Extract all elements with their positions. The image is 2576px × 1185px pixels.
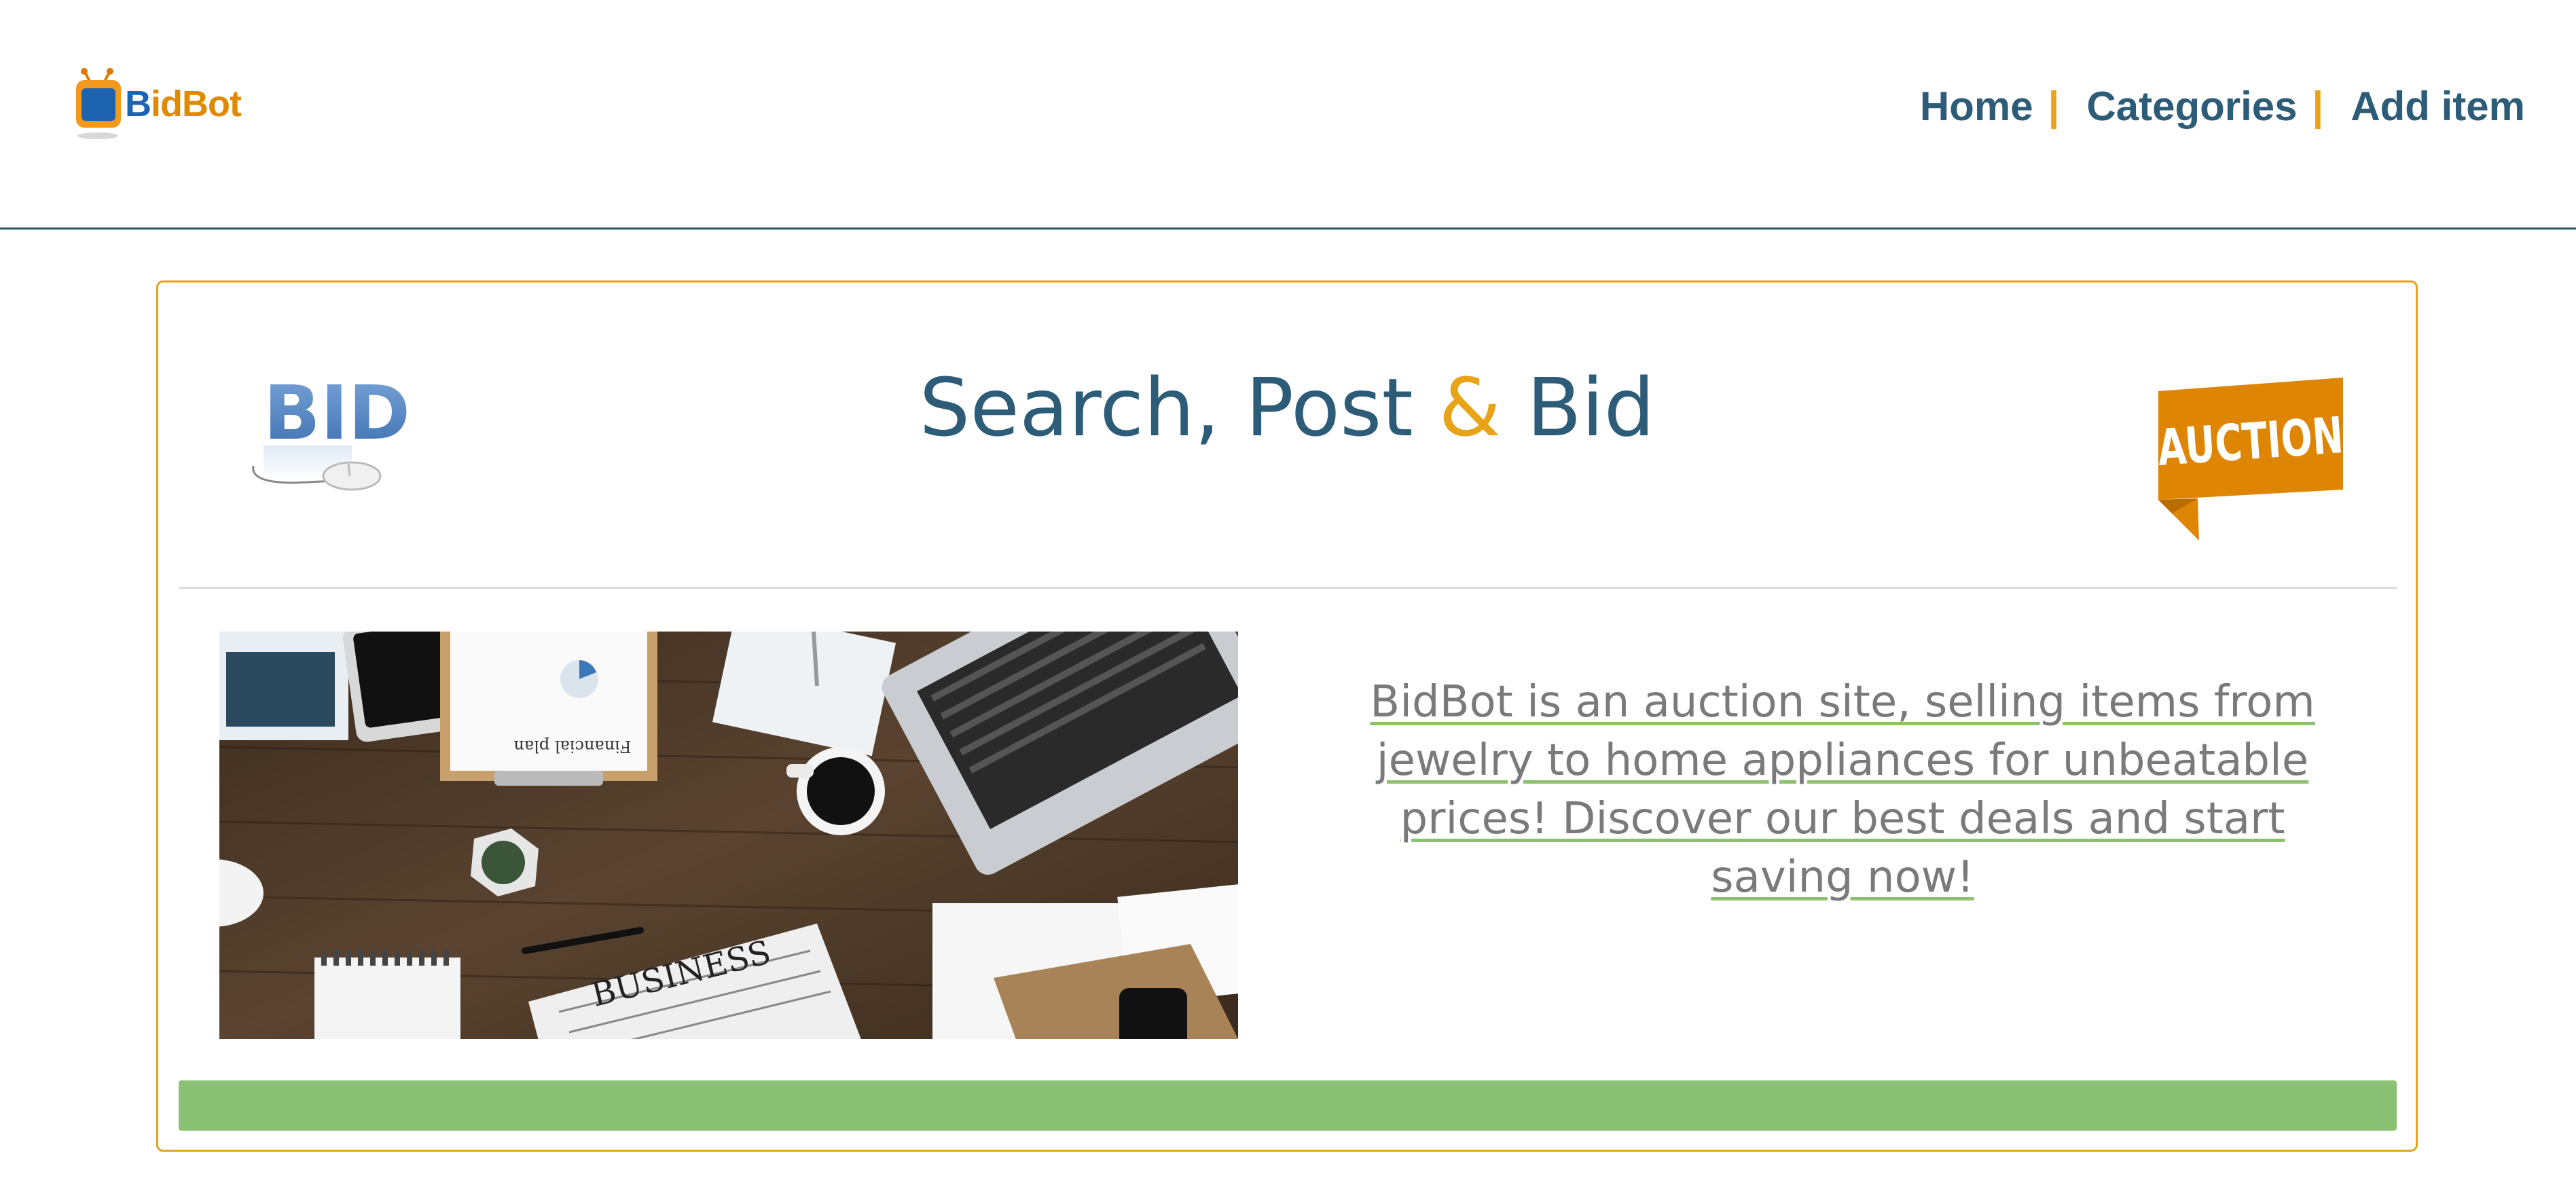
nav-categories-link[interactable]: Categories [2086, 83, 2297, 130]
nav-add-item-link[interactable]: Add item [2351, 83, 2525, 130]
logo-text-first: B [125, 84, 151, 124]
top-navigation-bar: BidBot Home | Categories | Add item [0, 0, 2576, 230]
hero-title-part1: Search, Post [919, 361, 1439, 454]
hero-description-link[interactable]: BidBot is an auction site, selling items… [1370, 677, 2315, 903]
green-banner-bar [179, 1080, 2397, 1131]
logo-text: BidBot [125, 83, 242, 125]
bidbot-logo[interactable]: BidBot [71, 68, 242, 143]
hero-description: BidBot is an auction site, selling items… [1326, 673, 2359, 907]
hero-card: BID Search, Post & Bid AUCTION Financial… [156, 280, 2418, 1152]
hero-title-part2: Bid [1501, 361, 1655, 454]
main-nav: Home | Categories | Add item [1920, 83, 2525, 130]
nav-separator: | [2312, 84, 2324, 129]
logo-text-rest: idBot [151, 84, 242, 124]
auction-flag-icon: AUCTION [2156, 378, 2345, 541]
hero-divider [179, 587, 2397, 589]
auction-flag: AUCTION [2156, 378, 2362, 554]
hero-title-ampersand: & [1438, 361, 1502, 454]
photo-document-text: Financial plan [513, 737, 631, 756]
nav-separator: | [2048, 84, 2060, 129]
page: BidBot Home | Categories | Add item BID … [0, 0, 2576, 1185]
nav-home-link[interactable]: Home [1920, 83, 2033, 130]
hero-title: Search, Post & Bid [158, 361, 2416, 454]
desk-photo-image: Financial plan BUSINESS [219, 632, 1238, 1039]
desk-photo: Financial plan BUSINESS [219, 632, 1238, 1039]
